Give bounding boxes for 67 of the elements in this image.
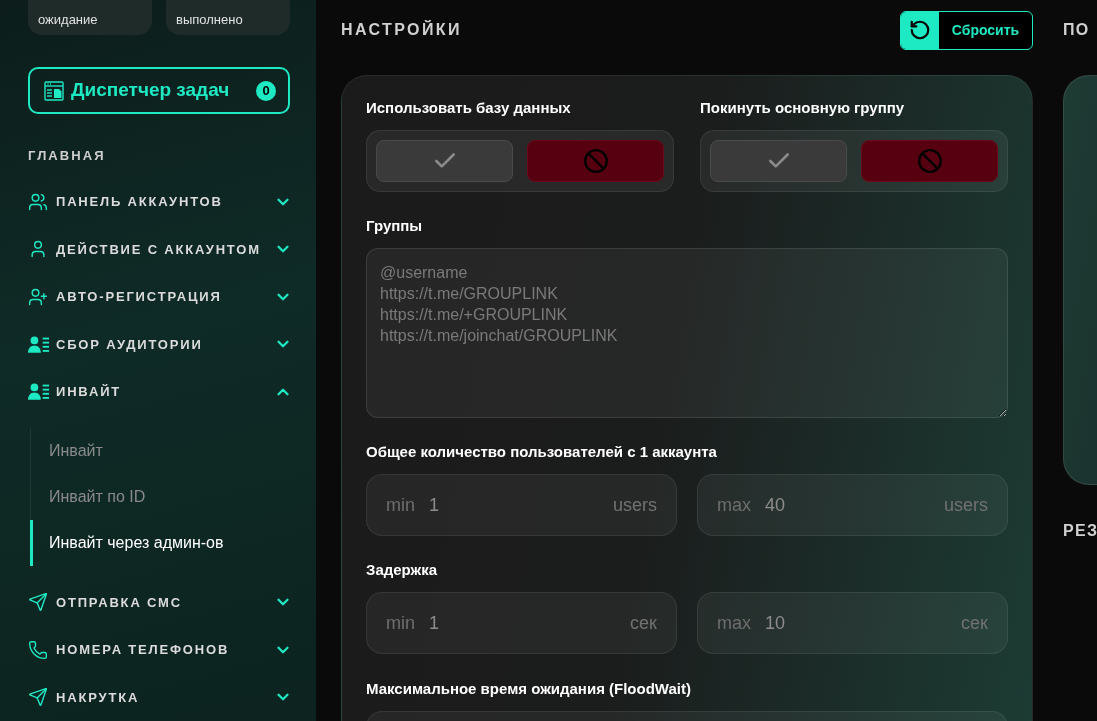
unit-label: сек (961, 611, 988, 635)
field-value: 10 (765, 611, 786, 635)
nav-item[interactable]: СБОР АУДИТОРИИ (28, 320, 292, 368)
reset-button[interactable]: Сбросить (900, 10, 1033, 50)
nav-item[interactable]: АВТО-РЕГИСТРАЦИЯ (28, 273, 292, 321)
field-prefix: max (717, 493, 751, 517)
field-value: 1 (429, 493, 440, 517)
nav-label: НАКРУТКА (56, 688, 140, 707)
number-field[interactable]: max 40 users (697, 474, 1008, 536)
user-list-icon (28, 383, 50, 401)
field-label: Общее количество пользователей с 1 аккаунта (366, 444, 718, 460)
status-label: выполнено (176, 12, 243, 27)
count-badge: 0 (256, 80, 276, 101)
nav-item[interactable]: НОМЕРА ТЕЛЕФОНОВ (28, 626, 292, 674)
yes-button[interactable] (710, 140, 847, 182)
field-label: Максимальное время ожидания (FloodWait) (366, 681, 692, 697)
nav-item[interactable]: НАКРУТКА (28, 673, 292, 721)
number-field[interactable]: max 10 сек (697, 592, 1008, 654)
yes-button[interactable] (376, 140, 513, 182)
field-label: Задержка (366, 562, 439, 578)
field-value: 40 (765, 493, 786, 517)
field-value: 1 (429, 611, 440, 635)
nav-label: ИНВАЙТ (56, 383, 122, 401)
field-prefix: min (386, 493, 415, 517)
submenu-item[interactable]: Инвайт через админ-ов (30, 519, 292, 566)
nav-label: СБОР АУДИТОРИИ (56, 335, 203, 354)
unit-label: users (944, 493, 988, 517)
toggle-label: Покинуть основную группу (700, 100, 906, 116)
submenu-item[interactable]: Инвайт (30, 427, 292, 474)
field-label: Группы (366, 218, 424, 234)
nav-label: ПАНЕЛЬ АККАУНТОВ (56, 193, 223, 211)
number-field[interactable]: min 1 users (366, 474, 677, 536)
nav-label: ДЕЙСТВИЕ С АККАУНТОМ (56, 240, 261, 259)
field-prefix: min (386, 611, 415, 635)
task-window-icon (44, 80, 64, 101)
settings-title: НАСТРОЙКИ (341, 21, 462, 39)
field-prefix: max (717, 611, 751, 635)
user-icon (28, 239, 48, 260)
user-plus-icon (28, 286, 48, 307)
submenu-item[interactable]: Инвайт по ID (30, 473, 292, 520)
reset-icon (901, 11, 939, 49)
status-label: ожидание (38, 12, 98, 27)
nav-label: НОМЕРА ТЕЛЕФОНОВ (56, 641, 230, 659)
nav-label: АВТО-РЕГИСТРАЦИЯ (56, 288, 222, 306)
nav-label: ОТПРАВКА СМС (56, 593, 182, 612)
task-manager-button[interactable]: Диспетчер задач 0 (28, 67, 290, 114)
task-manager-label: Диспетчер задач (71, 78, 230, 103)
section-title: ГЛАВНАЯ (28, 148, 107, 164)
nav-item[interactable]: ОТПРАВКА СМС (28, 578, 292, 626)
panel-title: ПО (1063, 21, 1090, 39)
ban-icon (916, 148, 943, 174)
nav-item[interactable]: ПАНЕЛЬ АККАУНТОВ (28, 178, 292, 226)
results-title: РЕЗ (1063, 523, 1097, 539)
people-icon (28, 191, 48, 212)
unit-label: users (613, 493, 657, 517)
paper-plane-icon (28, 687, 48, 708)
no-button[interactable] (527, 140, 664, 182)
paper-plane-icon (28, 592, 48, 613)
no-button[interactable] (861, 140, 998, 182)
user-list-icon (28, 335, 50, 353)
nav-item[interactable]: ИНВАЙТ (28, 368, 292, 416)
nav-item[interactable]: ДЕЙСТВИЕ С АККАУНТОМ (28, 225, 292, 273)
ban-icon (582, 148, 609, 174)
toggle-label: Использовать базу данных (366, 100, 572, 116)
number-field[interactable]: min 1 сек (366, 592, 677, 654)
phone-icon (28, 639, 48, 660)
unit-label: сек (630, 611, 657, 635)
